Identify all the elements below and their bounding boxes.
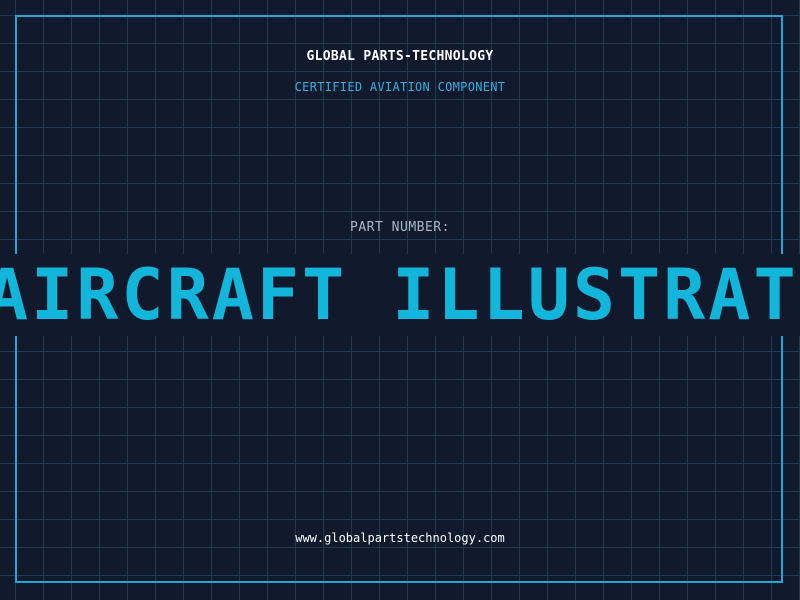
- part-number-label: PART NUMBER:: [350, 220, 450, 235]
- company-name: GLOBAL PARTS-TECHNOLOGY: [306, 49, 494, 64]
- certification-text: CERTIFIED AVIATION COMPONENT: [294, 80, 506, 94]
- parts-label-card: GLOBAL PARTS-TECHNOLOGY CERTIFIED AVIATI…: [0, 0, 800, 600]
- website-link[interactable]: www.globalpartstechnology.com: [0, 531, 800, 545]
- part-number-value: AIRCRAFT ILLUSTRATED: [0, 254, 800, 336]
- part-number-band: AIRCRAFT ILLUSTRATED: [0, 254, 800, 336]
